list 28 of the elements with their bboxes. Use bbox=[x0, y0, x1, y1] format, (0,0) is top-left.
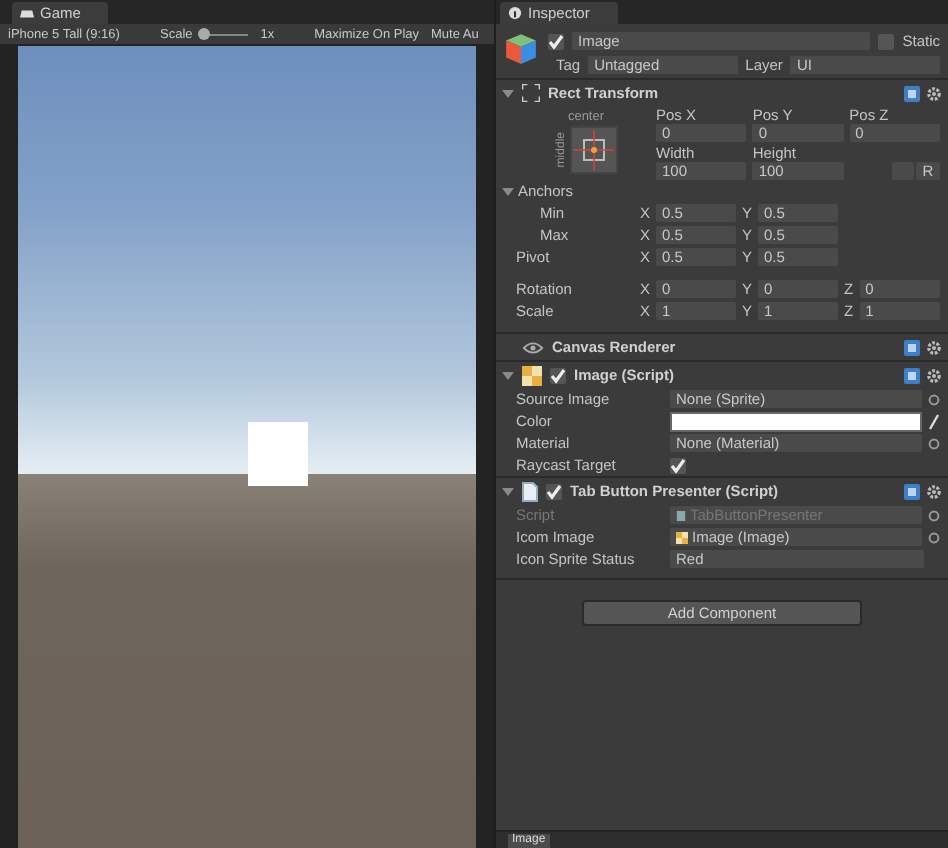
color-field[interactable] bbox=[670, 411, 922, 431]
active-checkbox[interactable] bbox=[548, 33, 564, 49]
cube-icon bbox=[504, 32, 538, 66]
fold-arrow-icon[interactable] bbox=[502, 369, 514, 381]
anchor-preset-icon[interactable] bbox=[569, 126, 617, 174]
fold-arrow-icon[interactable] bbox=[502, 485, 514, 497]
settings-icon[interactable] bbox=[926, 483, 942, 499]
image-component-icon bbox=[522, 365, 542, 385]
enabled-checkbox[interactable] bbox=[546, 483, 562, 499]
info-icon bbox=[508, 6, 522, 20]
object-picker-icon[interactable] bbox=[928, 437, 940, 449]
image-component-icon bbox=[676, 531, 688, 543]
help-icon[interactable] bbox=[904, 85, 920, 101]
script-file-icon bbox=[522, 481, 538, 501]
scale-slider-thumb[interactable] bbox=[198, 27, 211, 39]
fold-arrow-icon[interactable] bbox=[502, 87, 514, 99]
script-file-icon bbox=[676, 509, 686, 521]
fold-arrow-icon[interactable] bbox=[502, 185, 514, 197]
settings-icon[interactable] bbox=[926, 85, 942, 101]
checkbox[interactable] bbox=[670, 457, 686, 473]
ui-image-square bbox=[247, 422, 307, 486]
rect-transform-icon bbox=[522, 84, 540, 102]
eyedropper-icon[interactable] bbox=[928, 413, 940, 429]
help-icon[interactable] bbox=[904, 483, 920, 499]
enabled-checkbox[interactable] bbox=[550, 367, 566, 383]
static-checkbox[interactable] bbox=[878, 33, 895, 49]
object-picker-icon[interactable] bbox=[928, 393, 940, 405]
eye-icon bbox=[522, 339, 544, 355]
